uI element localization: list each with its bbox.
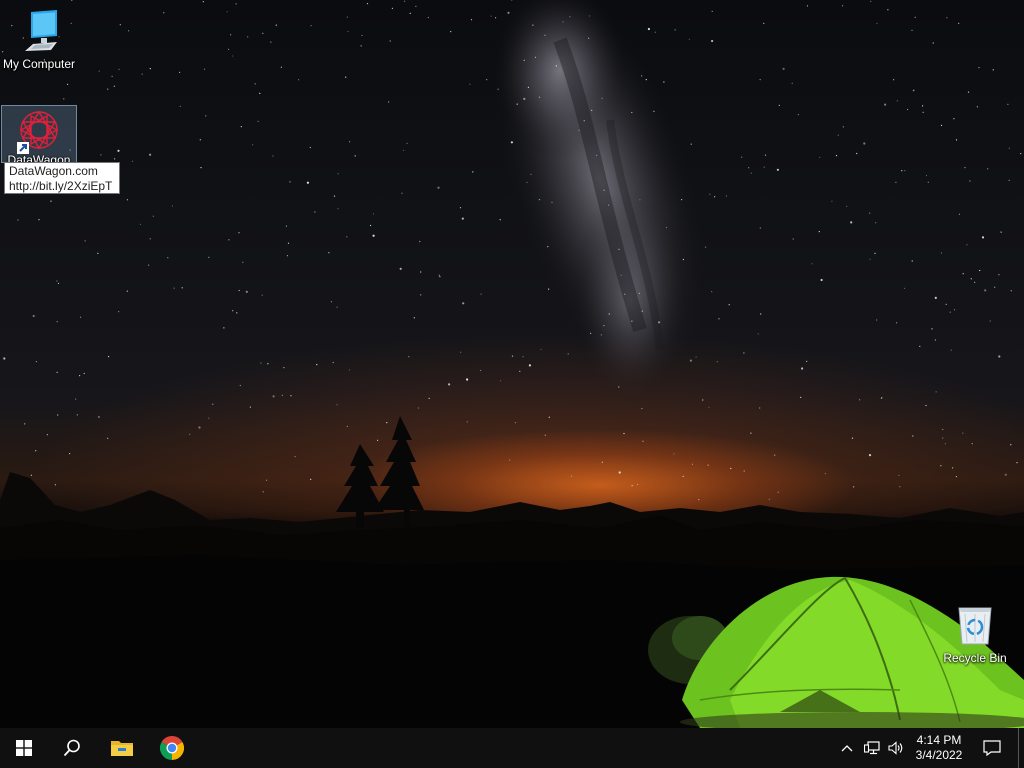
- computer-monitor-icon: [25, 10, 57, 51]
- action-center-icon: [983, 740, 1001, 756]
- taskbar-chrome[interactable]: [148, 728, 196, 768]
- volume-icon: [888, 741, 903, 755]
- recycle-bin-icon: [958, 607, 992, 645]
- desktop-wallpaper[interactable]: [0, 0, 1024, 728]
- windows-logo-icon: [16, 740, 32, 756]
- network-icon: [864, 741, 880, 755]
- clock-button[interactable]: 4:14 PM 3/4/2022: [910, 728, 968, 768]
- shortcut-tooltip: DataWagon.com http://bit.ly/2XziEpT: [4, 162, 120, 194]
- show-desktop-button[interactable]: [1018, 728, 1024, 768]
- datawagon-shortcut-icon: [17, 110, 59, 154]
- action-center-button[interactable]: [972, 728, 1012, 768]
- tooltip-title: DataWagon.com: [9, 164, 98, 178]
- clock-date: 3/4/2022: [915, 748, 963, 762]
- desktop-icon-datawagon[interactable]: DataWagon: [1, 105, 77, 167]
- chrome-icon: [160, 736, 184, 760]
- desktop-icon-recycle-bin[interactable]: Recycle Bin: [937, 602, 1013, 665]
- tooltip-url: http://bit.ly/2XziEpT: [9, 179, 113, 193]
- network-button[interactable]: [860, 728, 884, 768]
- search-icon: [63, 739, 80, 757]
- taskbar-file-explorer[interactable]: [98, 728, 146, 768]
- show-hidden-icons-button[interactable]: [836, 728, 858, 768]
- search-button[interactable]: [48, 728, 96, 768]
- desktop-icon-my-computer[interactable]: My Computer: [1, 8, 77, 71]
- volume-button[interactable]: [884, 728, 908, 768]
- file-explorer-icon: [111, 741, 133, 756]
- taskbar: 4:14 PM 3/4/2022: [0, 728, 1024, 768]
- desktop-icon-label: My Computer: [2, 57, 76, 71]
- start-button[interactable]: [0, 728, 48, 768]
- chevron-up-icon: [841, 745, 853, 752]
- clock-time: 4:14 PM: [916, 733, 962, 747]
- desktop-icon-label: Recycle Bin: [943, 651, 1007, 665]
- landscape: [0, 416, 1024, 728]
